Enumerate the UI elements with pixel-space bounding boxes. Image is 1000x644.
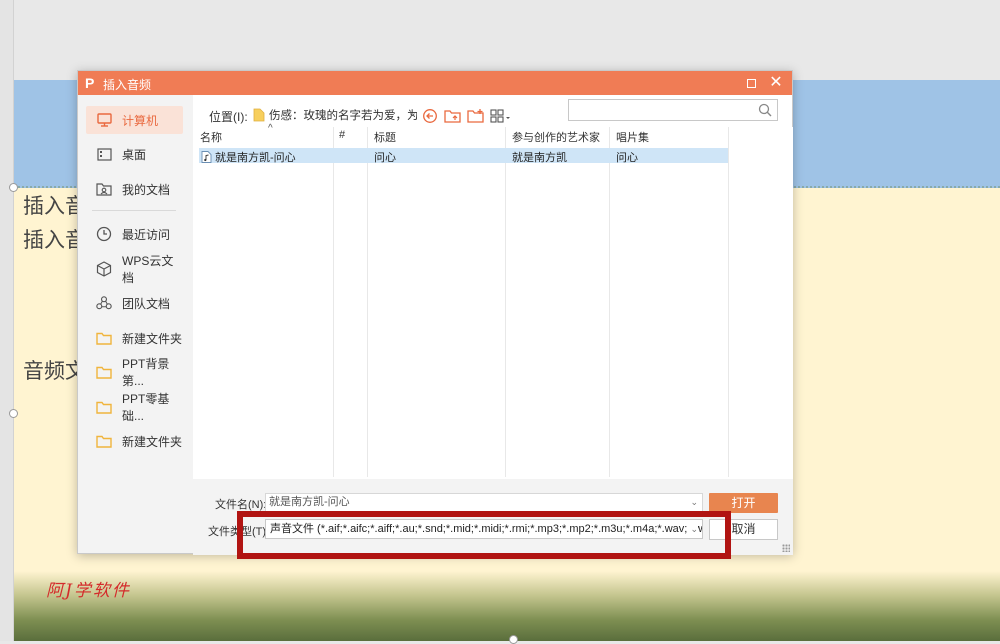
places-sidebar: 计算机 桌面 我的文档 最近访问 WPS云文档 团队文档 新建文件夹 PPT背景… xyxy=(78,95,193,553)
sidebar-item-wps-cloud[interactable]: WPS云文档 xyxy=(86,254,183,285)
clock-icon xyxy=(96,226,112,242)
resize-grip-icon[interactable] xyxy=(782,544,790,552)
sidebar-item-label: 计算机 xyxy=(122,113,159,128)
team-icon xyxy=(96,295,112,311)
wps-logo-icon: P xyxy=(85,75,95,91)
sidebar-item-label: 桌面 xyxy=(122,147,147,162)
watermark-logo: 阿J学软件 xyxy=(46,581,131,601)
maximize-button[interactable] xyxy=(742,74,760,92)
sidebar-item-team-docs[interactable]: 团队文档 xyxy=(86,289,183,317)
column-header-title[interactable]: 标题 xyxy=(374,129,396,145)
location-label: 位置(I): xyxy=(209,110,248,124)
documents-icon xyxy=(96,181,112,197)
computer-icon xyxy=(96,112,112,128)
search-input[interactable] xyxy=(568,99,778,121)
sidebar-item-label: PPT零基础... xyxy=(122,392,170,423)
sidebar-item-desktop[interactable]: 桌面 xyxy=(86,140,183,168)
file-name-cell[interactable]: 就是南方凯-问心 xyxy=(201,149,296,165)
resize-handle[interactable] xyxy=(509,635,518,644)
column-divider xyxy=(728,127,729,477)
sidebar-item-recent[interactable]: 最近访问 xyxy=(86,220,183,248)
sidebar-item-computer[interactable]: 计算机 xyxy=(86,106,183,134)
location-value: 伤感：玫瑰的名字若为爱，为何沉 xyxy=(269,110,417,122)
sort-ascending-icon: ^ xyxy=(268,123,273,134)
column-header-album[interactable]: 唱片集 xyxy=(616,129,649,145)
file-title-cell: 问心 xyxy=(374,152,396,164)
sidebar-item-ppt-background[interactable]: PPT背景第... xyxy=(86,357,183,388)
new-folder-icon[interactable] xyxy=(467,108,485,124)
folder-icon xyxy=(96,330,112,346)
folder-icon xyxy=(96,433,112,449)
sidebar-item-my-documents[interactable]: 我的文档 xyxy=(86,175,183,203)
folder-icon xyxy=(96,364,112,380)
filename-field[interactable]: 就是南方凯-问心 ⌄ xyxy=(265,493,703,512)
column-header-number[interactable]: # xyxy=(339,129,345,141)
search-icon xyxy=(758,103,772,117)
cube-icon xyxy=(96,261,112,277)
column-divider xyxy=(609,127,610,477)
column-divider xyxy=(367,127,368,477)
column-header-artist[interactable]: 参与创作的艺术家 xyxy=(512,129,600,145)
sidebar-item-label: PPT背景第... xyxy=(122,357,170,388)
sidebar-item-label: 我的文档 xyxy=(122,182,171,197)
dialog-titlebar[interactable]: P 插入音频 ✕ xyxy=(78,71,792,95)
dialog-title: 插入音频 xyxy=(103,78,152,92)
insert-audio-dialog: P 插入音频 ✕ 计算机 桌面 我的文档 最近访问 WPS云文档 团队文档 新建… xyxy=(77,70,793,555)
desktop-icon xyxy=(96,146,112,162)
sidebar-item-new-folder-2[interactable]: 新建文件夹 xyxy=(86,427,183,455)
file-list[interactable]: ^ 名称 # 标题 参与创作的艺术家 唱片集 就是南方凯-问心 问心 就是南方凯… xyxy=(193,123,793,479)
resize-handle[interactable] xyxy=(9,183,18,192)
location-dropdown[interactable]: 伤感：玫瑰的名字若为爱，为何沉 ⌄ xyxy=(253,105,417,125)
open-button[interactable]: 打开 xyxy=(709,493,778,513)
folder-icon xyxy=(253,108,265,122)
view-grid-icon[interactable] xyxy=(490,108,512,124)
chevron-down-icon: ⌄ xyxy=(407,107,417,119)
sidebar-item-label: 新建文件夹 xyxy=(122,331,183,346)
resize-handle[interactable] xyxy=(9,409,18,418)
sidebar-item-new-folder[interactable]: 新建文件夹 xyxy=(86,324,183,352)
column-divider xyxy=(505,127,506,477)
filename-label: 文件名(N): xyxy=(215,499,267,511)
annotation-highlight-box xyxy=(237,511,731,559)
up-folder-icon[interactable] xyxy=(444,108,462,124)
file-name: 就是南方凯-问心 xyxy=(215,152,296,164)
editor-left-margin xyxy=(0,0,14,641)
filename-value: 就是南方凯-问心 xyxy=(269,496,350,508)
close-button[interactable]: ✕ xyxy=(767,74,785,92)
audio-file-icon xyxy=(201,151,212,163)
column-divider xyxy=(333,127,334,477)
file-album-cell: 问心 xyxy=(616,152,638,164)
folder-icon xyxy=(96,399,112,415)
column-header-name[interactable]: ^ 名称 xyxy=(200,123,273,145)
maximize-icon xyxy=(746,79,756,88)
sidebar-divider xyxy=(92,210,176,211)
sidebar-item-ppt-basics[interactable]: PPT零基础... xyxy=(86,392,183,423)
sidebar-item-label: WPS云文档 xyxy=(122,254,174,285)
sidebar-item-label: 团队文档 xyxy=(122,296,171,311)
sidebar-item-label: 最近访问 xyxy=(122,227,171,242)
chevron-down-icon[interactable]: ⌄ xyxy=(690,494,698,511)
back-icon[interactable] xyxy=(421,108,439,124)
sidebar-item-label: 新建文件夹 xyxy=(122,434,183,449)
slide-ground-image xyxy=(14,571,1000,641)
file-artist-cell: 就是南方凯 xyxy=(512,152,567,164)
column-header-label: 名称 xyxy=(200,132,222,144)
